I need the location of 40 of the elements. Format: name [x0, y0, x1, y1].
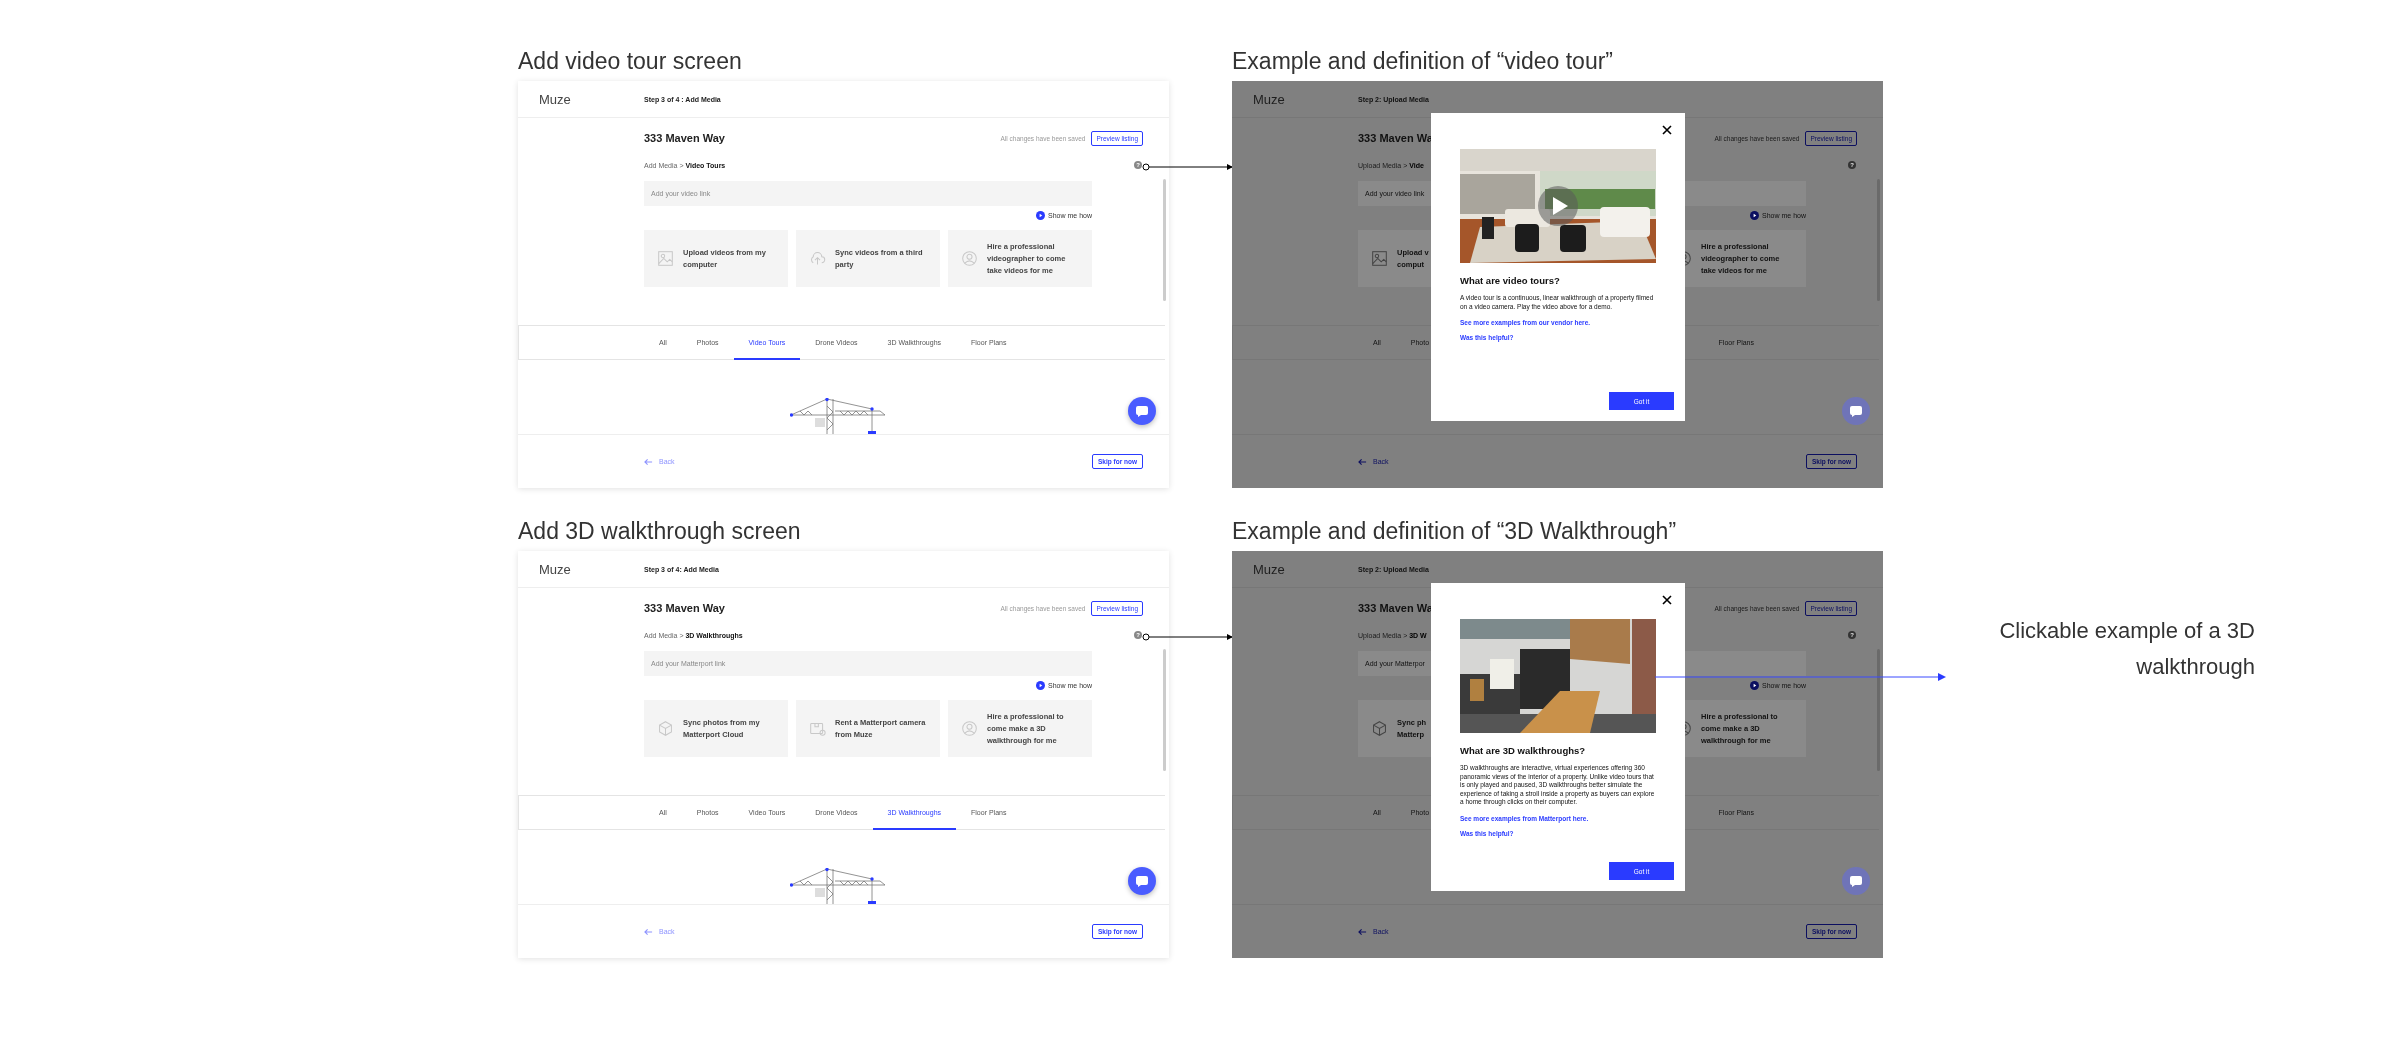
- arrow-left-icon: [644, 457, 653, 466]
- image-icon: [1371, 250, 1388, 267]
- chat-button[interactable]: [1842, 397, 1870, 425]
- logo: Muze: [1252, 561, 1286, 577]
- camera-icon: [809, 720, 826, 737]
- chat-icon: [1135, 874, 1149, 888]
- arrow-left-icon: [1358, 927, 1367, 936]
- section-caption: Add 3D walkthrough screen: [518, 517, 802, 545]
- chat-button[interactable]: [1128, 397, 1156, 425]
- chat-icon: [1849, 874, 1863, 888]
- chat-icon: [1849, 404, 1863, 418]
- close-icon[interactable]: [1662, 125, 1672, 135]
- chat-button[interactable]: [1128, 867, 1156, 895]
- cube-icon: [657, 720, 674, 737]
- close-icon[interactable]: [1662, 595, 1672, 605]
- chat-icon: [1135, 404, 1149, 418]
- play-icon: [1750, 680, 1760, 690]
- annotation-text: Clickable example of a 3D walkthrough: [1998, 617, 2255, 681]
- cloud-upload-icon: [809, 250, 826, 267]
- arrow-left-icon: [1358, 457, 1367, 466]
- arrow-left-icon: [644, 927, 653, 936]
- scrollbar[interactable]: [1163, 649, 1166, 771]
- logo: Muze: [538, 561, 572, 577]
- play-icon[interactable]: [1538, 186, 1578, 226]
- cube-icon: [1371, 720, 1388, 737]
- scrollbar[interactable]: [1163, 179, 1166, 301]
- section-caption: Example and definition of “video tour”: [1232, 47, 1614, 75]
- listing-title: 333 Maven Way: [644, 132, 725, 144]
- image-icon: [657, 250, 674, 267]
- chat-button[interactable]: [1842, 867, 1870, 895]
- play-icon: [1036, 210, 1046, 220]
- listing-title: 333 Maven Way: [644, 602, 725, 614]
- person-icon: [961, 720, 978, 737]
- section-caption: Example and definition of “3D Walkthrough”: [1232, 517, 1678, 545]
- logo: Muze: [1252, 91, 1286, 107]
- logo: Muze: [538, 91, 572, 107]
- play-icon: [1036, 680, 1046, 690]
- section-caption: Add video tour screen: [518, 47, 743, 75]
- person-icon: [961, 250, 978, 267]
- play-icon: [1750, 210, 1760, 220]
